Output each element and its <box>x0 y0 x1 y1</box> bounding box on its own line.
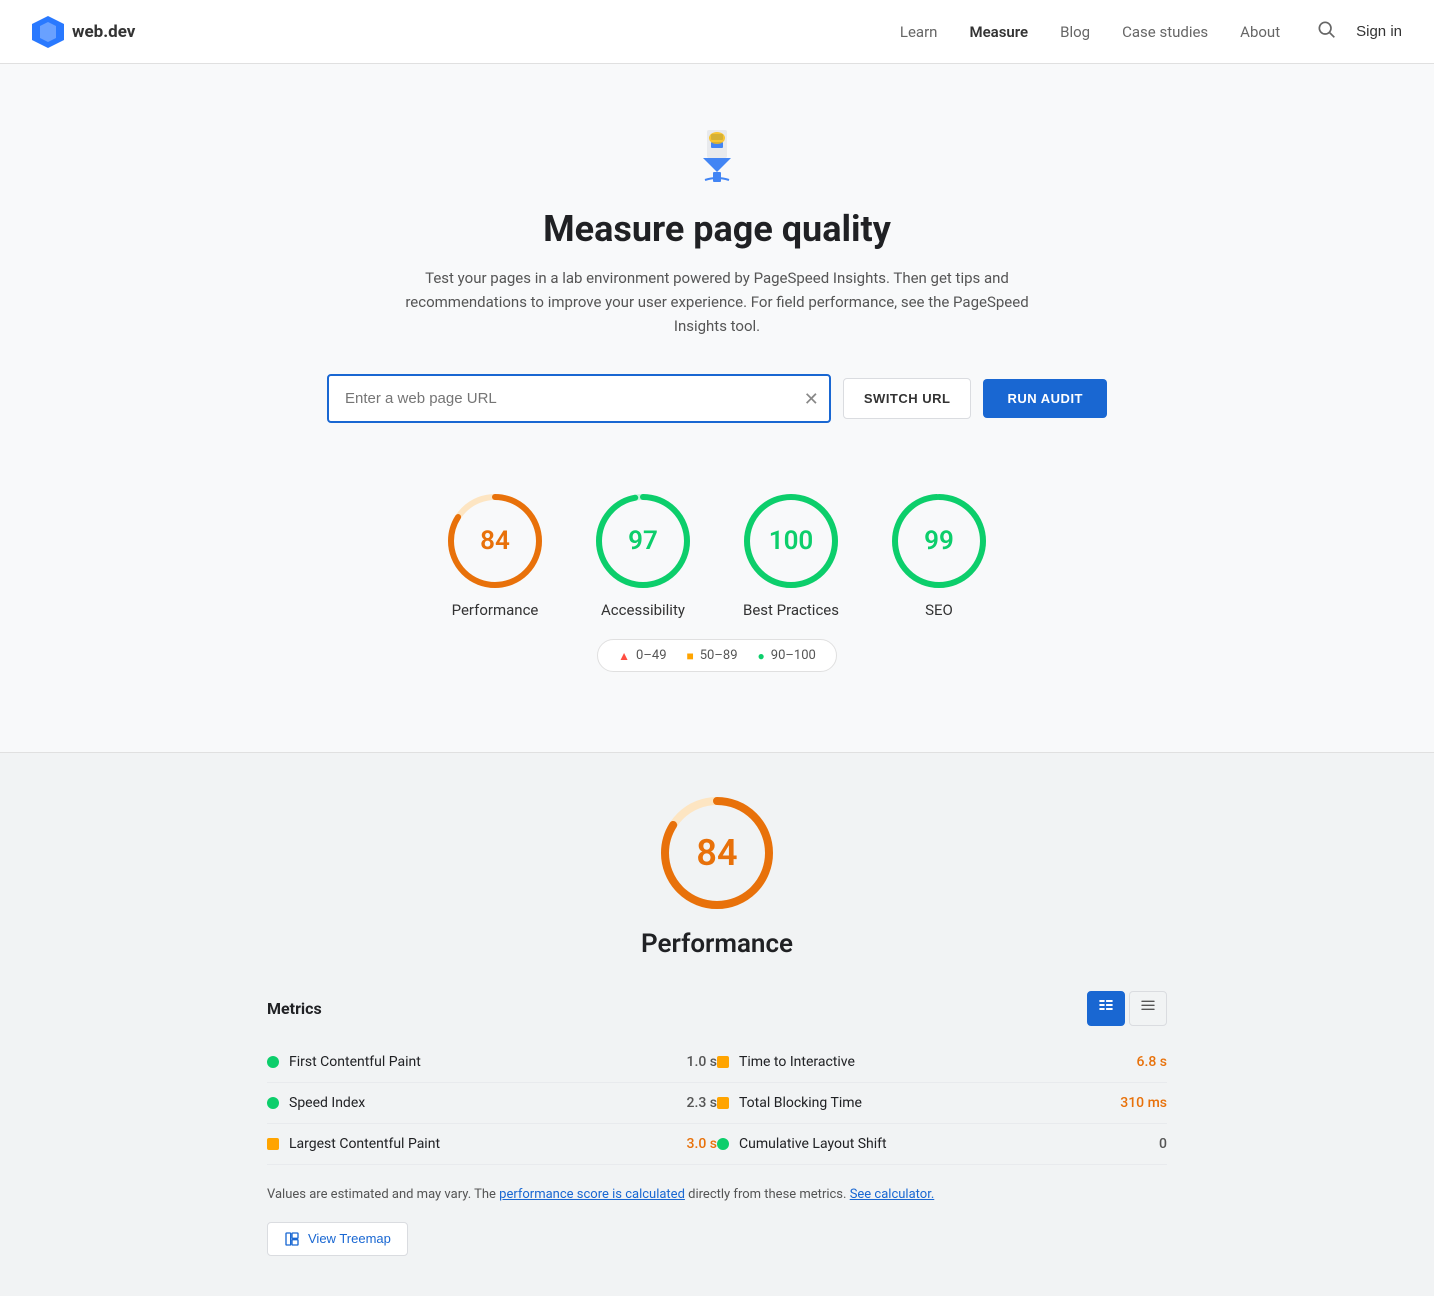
metric-value: 3.0 s <box>687 1136 718 1152</box>
metric-value: 6.8 s <box>1137 1054 1168 1070</box>
scores-section: 84 Performance 97 Accessibility 100 Best… <box>20 471 1414 712</box>
table-icon <box>1098 998 1114 1014</box>
nav-link-about[interactable]: About <box>1240 23 1280 41</box>
nav-links: Learn Measure Blog Case studies About <box>900 22 1280 41</box>
score-item-performance[interactable]: 84 Performance <box>445 491 545 619</box>
metric-dot <box>267 1097 279 1109</box>
legend-avg-range: 50–89 <box>700 648 738 663</box>
metric-value: 310 ms <box>1120 1095 1167 1111</box>
metric-name: Speed Index <box>289 1095 677 1111</box>
metrics-view-table-button[interactable] <box>1087 991 1125 1026</box>
perf-section-title: Performance <box>641 929 793 959</box>
score-number-1: 97 <box>628 526 658 556</box>
score-number-3: 99 <box>924 526 954 556</box>
search-icon <box>1316 19 1336 39</box>
search-button[interactable] <box>1312 15 1340 49</box>
metric-name: Cumulative Layout Shift <box>739 1136 1149 1152</box>
url-input[interactable] <box>327 374 831 423</box>
score-label-3: SEO <box>925 601 953 619</box>
metric-row: Largest Contentful Paint 3.0 s <box>267 1124 717 1165</box>
score-number-0: 84 <box>480 526 510 556</box>
url-input-wrapper: ✕ <box>327 374 831 423</box>
score-circle-3: 99 <box>889 491 989 591</box>
metric-name: Total Blocking Time <box>739 1095 1110 1111</box>
metric-value: 1.0 s <box>687 1054 718 1070</box>
logo-icon <box>32 16 64 48</box>
legend-fail-icon: ▲ <box>618 649 630 663</box>
score-circle-0: 84 <box>445 491 545 591</box>
hero-description: Test your pages in a lab environment pow… <box>397 266 1037 338</box>
metrics-title: Metrics <box>267 999 322 1018</box>
perf-score-link[interactable]: performance score is calculated <box>499 1187 685 1202</box>
metrics-view-buttons <box>1087 991 1167 1026</box>
score-label-0: Performance <box>452 601 539 619</box>
perf-score-number: 84 <box>696 832 737 874</box>
metrics-grid: First Contentful Paint 1.0 s Speed Index… <box>267 1042 1167 1165</box>
legend-item-fail: ▲ 0–49 <box>618 648 666 663</box>
score-circle-1: 97 <box>593 491 693 591</box>
metric-row: Cumulative Layout Shift 0 <box>717 1124 1167 1165</box>
score-item-accessibility[interactable]: 97 Accessibility <box>593 491 693 619</box>
legend-avg-icon: ■ <box>687 649 694 663</box>
metric-dot <box>717 1138 729 1150</box>
metrics-container: Metrics <box>267 991 1167 1256</box>
metrics-col-left: First Contentful Paint 1.0 s Speed Index… <box>267 1042 717 1165</box>
list-icon <box>1140 998 1156 1014</box>
metric-dot <box>717 1056 729 1068</box>
metrics-header: Metrics <box>267 991 1167 1026</box>
metric-row: Total Blocking Time 310 ms <box>717 1083 1167 1124</box>
metric-row: First Contentful Paint 1.0 s <box>267 1042 717 1083</box>
hero-title: Measure page quality <box>20 208 1414 250</box>
run-audit-button[interactable]: RUN AUDIT <box>983 379 1107 418</box>
navigation: web.dev Learn Measure Blog Case studies … <box>0 0 1434 64</box>
score-item-best-practices[interactable]: 100 Best Practices <box>741 491 841 619</box>
legend-fail-range: 0–49 <box>636 648 666 663</box>
metric-value: 0 <box>1159 1136 1167 1152</box>
legend: ▲ 0–49 ■ 50–89 ● 90–100 <box>597 639 837 672</box>
metric-row: Time to Interactive 6.8 s <box>717 1042 1167 1083</box>
metric-row: Speed Index 2.3 s <box>267 1083 717 1124</box>
calculator-link[interactable]: See calculator. <box>850 1187 935 1202</box>
perf-score-circle: 84 <box>657 793 777 913</box>
metric-name: Largest Contentful Paint <box>289 1136 677 1152</box>
score-number-2: 100 <box>769 526 814 556</box>
legend-item-average: ■ 50–89 <box>687 648 738 663</box>
nav-link-learn[interactable]: Learn <box>900 23 938 41</box>
metric-name: Time to Interactive <box>739 1054 1127 1070</box>
metrics-note: Values are estimated and may vary. The p… <box>267 1185 1167 1206</box>
url-bar: ✕ SWITCH URL RUN AUDIT <box>327 374 1107 423</box>
scores-grid: 84 Performance 97 Accessibility 100 Best… <box>40 491 1394 619</box>
logo-text: web.dev <box>72 22 135 42</box>
metric-value: 2.3 s <box>687 1095 718 1111</box>
score-label-2: Best Practices <box>743 601 839 619</box>
treemap-icon <box>284 1231 300 1247</box>
legend-good-range: 90–100 <box>771 648 816 663</box>
metric-dot <box>717 1097 729 1109</box>
legend-item-good: ● 90–100 <box>758 648 816 663</box>
metric-dot <box>267 1056 279 1068</box>
legend-good-icon: ● <box>758 649 765 663</box>
metric-dot <box>267 1138 279 1150</box>
hero-section: Measure page quality Test your pages in … <box>0 64 1434 752</box>
switch-url-button[interactable]: SWITCH URL <box>843 378 972 419</box>
lighthouse-icon <box>685 124 749 188</box>
score-circle-2: 100 <box>741 491 841 591</box>
url-clear-button[interactable]: ✕ <box>804 390 819 408</box>
nav-link-measure[interactable]: Measure <box>969 23 1028 41</box>
nav-link-casestudies[interactable]: Case studies <box>1122 23 1208 41</box>
metrics-view-list-button[interactable] <box>1129 991 1167 1026</box>
score-label-1: Accessibility <box>601 601 685 619</box>
nav-link-blog[interactable]: Blog <box>1060 23 1090 41</box>
score-item-seo[interactable]: 99 SEO <box>889 491 989 619</box>
view-treemap-button[interactable]: View Treemap <box>267 1222 408 1256</box>
signin-button[interactable]: Sign in <box>1356 23 1402 40</box>
perf-score-center: 84 Performance <box>20 793 1414 959</box>
nav-actions: Sign in <box>1312 15 1402 49</box>
performance-section: 84 Performance Metrics <box>0 753 1434 1296</box>
metric-name: First Contentful Paint <box>289 1054 677 1070</box>
logo-link[interactable]: web.dev <box>32 16 135 48</box>
treemap-label: View Treemap <box>308 1231 391 1246</box>
metrics-col-right: Time to Interactive 6.8 s Total Blocking… <box>717 1042 1167 1165</box>
